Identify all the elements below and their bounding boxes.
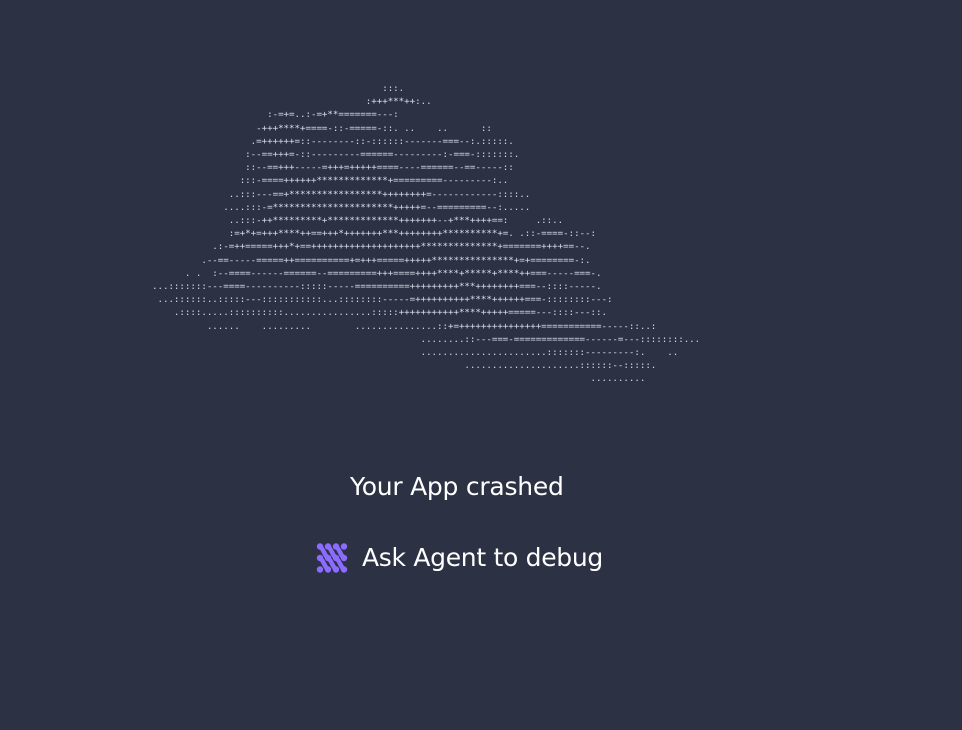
- ask-agent-debug-label: Ask Agent to debug: [362, 543, 603, 572]
- agent-logo-icon: [316, 543, 348, 573]
- ask-agent-debug-button[interactable]: Ask Agent to debug: [312, 535, 606, 581]
- ascii-cloud-art: :::. :+++***++:.. :-=+=..:-=+**=======--…: [152, 83, 701, 385]
- crash-screen: :::. :+++***++:.. :-=+=..:-=+**=======--…: [0, 0, 962, 730]
- crash-title: Your App crashed: [350, 472, 564, 501]
